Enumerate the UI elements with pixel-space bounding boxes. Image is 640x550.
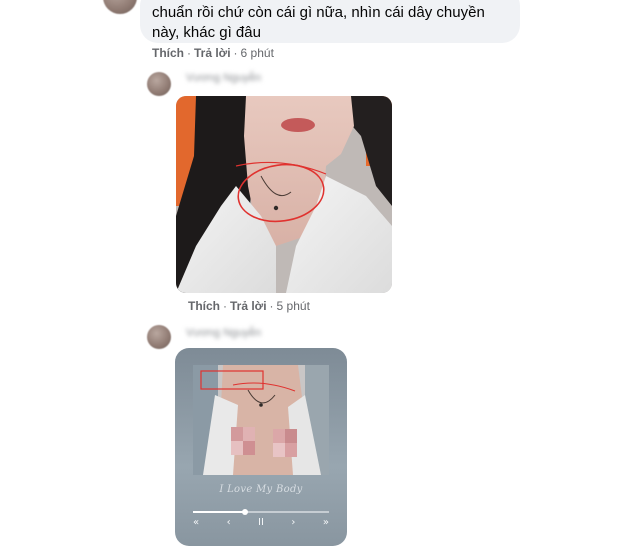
player-controls: « ‹ II › » (193, 516, 329, 530)
comment-actions: Thích · Trả lời · 5 phút (188, 299, 310, 313)
separator-dot: · (233, 46, 238, 60)
avatar[interactable] (147, 325, 171, 349)
like-link[interactable]: Thích (188, 299, 220, 313)
like-link[interactable]: Thích (152, 46, 184, 60)
separator-dot: · (269, 299, 274, 313)
pause-icon[interactable]: II (258, 516, 264, 530)
progress-fill (193, 511, 245, 513)
reply-link[interactable]: Trả lời (230, 299, 267, 313)
progress-track[interactable] (193, 509, 329, 515)
music-player-image[interactable]: I Love My Body « ‹ II › » (175, 348, 347, 546)
fast-forward-icon[interactable]: » (323, 516, 329, 530)
rewind-icon[interactable]: « (193, 516, 199, 530)
avatar[interactable] (103, 0, 137, 14)
next-icon[interactable]: › (291, 516, 295, 530)
song-title: I Love My Body (219, 484, 303, 495)
comment-timestamp[interactable]: 5 phút (277, 299, 310, 313)
avatar[interactable] (147, 72, 171, 96)
photo-image (176, 96, 392, 293)
reply-link[interactable]: Trả lời (194, 46, 231, 60)
player-photo (193, 365, 329, 475)
previous-icon[interactable]: ‹ (227, 516, 231, 530)
comment-timestamp[interactable]: 6 phút (241, 46, 274, 60)
comment-photo[interactable] (176, 96, 392, 293)
commenter-name-blurred[interactable]: Vương Nguyễn (186, 327, 261, 339)
progress-knob[interactable] (241, 509, 248, 515)
commenter-name-blurred[interactable]: Vương Nguyễn (186, 72, 261, 84)
separator-dot: · (223, 299, 227, 313)
comment-text: chuẩn rồi chứ còn cái gì nữa, nhìn cái d… (152, 4, 485, 41)
player-screen (193, 365, 329, 475)
comment-actions: Thích · Trả lời · 6 phút (152, 46, 274, 60)
separator-dot: · (187, 46, 191, 60)
comment-thread: chuẩn rồi chứ còn cái gì nữa, nhìn cái d… (0, 0, 640, 550)
comment-bubble: chuẩn rồi chứ còn cái gì nữa, nhìn cái d… (140, 0, 520, 43)
